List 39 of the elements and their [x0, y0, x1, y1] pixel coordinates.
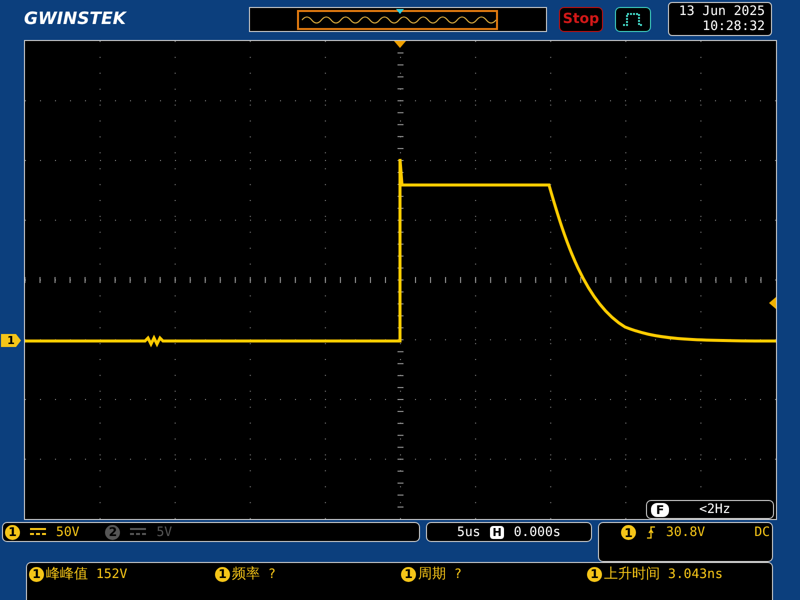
run-stop-button[interactable]: Stop [559, 6, 603, 32]
timebase-panel[interactable]: 5us H 0.000s [426, 522, 592, 542]
time-text: 10:28:32 [702, 19, 765, 34]
brand-logo: GWINSTEK [24, 9, 128, 29]
measurement-value: 152V [96, 566, 128, 582]
dc-coupling-icon [30, 528, 46, 536]
measurement-source: 1 [29, 566, 44, 582]
trigger-level: 30.8V [666, 525, 706, 540]
scale-text: 5V [156, 524, 172, 540]
date-text: 13 Jun 2025 [678, 4, 765, 19]
horizontal-position: 0.000s [514, 524, 561, 540]
measurement-source: 1 [587, 566, 602, 582]
dc-coupling-icon [130, 528, 146, 536]
scale-text: 50V [56, 524, 80, 540]
trigger-level-marker [769, 297, 776, 309]
horizontal-badge: H [490, 526, 504, 538]
trigger-position-marker [394, 41, 406, 48]
measurement-name: 上升时间 [604, 565, 660, 583]
measurement-source: 1 [215, 566, 230, 582]
pulse-icon [621, 10, 645, 28]
channel-number: 1 [5, 524, 20, 540]
measurement-value: ? [268, 566, 276, 582]
frequency-value: <2Hz [699, 502, 731, 517]
measurement-source: 1 [401, 566, 416, 582]
trigger-panel[interactable]: 1 30.8V DC [598, 522, 773, 562]
channel-number: 2 [105, 524, 120, 540]
channel-marker[interactable]: 1 [1, 334, 21, 347]
measurement-value: ? [454, 566, 462, 582]
timebase-scale: 5us [457, 524, 480, 540]
trigger-source: 1 [621, 525, 636, 540]
measurement-name: 频率 [232, 565, 260, 583]
trigger-coupling: DC [754, 525, 770, 540]
measurement-value: 3.043ns [668, 566, 723, 582]
counter-badge: F [651, 502, 670, 516]
rising-edge-icon [646, 525, 656, 539]
measurement-name: 周期 [418, 565, 446, 583]
channel-scale[interactable]: 1 50V [5, 524, 80, 540]
trigger-mode-button[interactable] [615, 6, 651, 32]
measurement-name: 峰峰值 [46, 565, 88, 583]
